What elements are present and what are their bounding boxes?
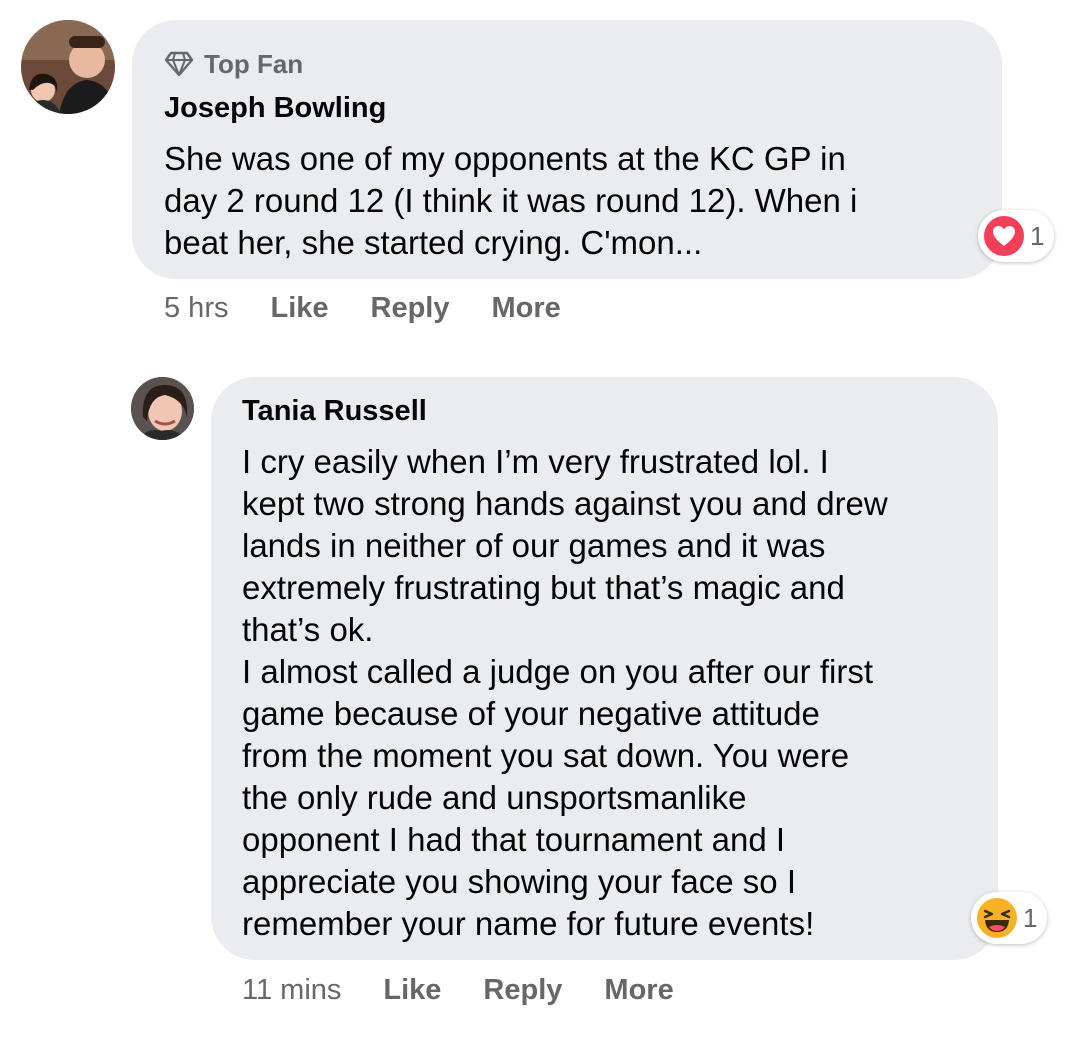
reaction-count: 1	[1023, 902, 1038, 933]
reaction-summary[interactable]: 1	[978, 210, 1055, 262]
comment-text: She was one of my opponents at the KC GP…	[164, 140, 858, 261]
comment-author[interactable]: Tania Russell	[242, 393, 968, 429]
comment-bubble: Tania Russell I cry easily when I’m very…	[211, 377, 998, 960]
comment-bubble: Top Fan Joseph Bowling She was one of my…	[132, 20, 1002, 279]
more-button[interactable]: More	[604, 974, 673, 1007]
comment-actions: 5 hrs Like Reply More	[164, 288, 603, 328]
top-fan-badge[interactable]: Top Fan	[164, 46, 970, 82]
avatar[interactable]	[21, 20, 115, 114]
reply-button[interactable]: Reply	[371, 292, 450, 325]
comment-actions: 11 mins Like Reply More	[242, 970, 716, 1010]
comment-text: I cry easily when I’m very frustrated lo…	[242, 443, 888, 942]
reaction-summary[interactable]: 1	[971, 892, 1048, 944]
avatar-photo-tania	[131, 377, 194, 440]
avatar[interactable]	[131, 377, 194, 440]
laughing-haha-icon	[977, 898, 1017, 938]
comment-timestamp[interactable]: 5 hrs	[164, 292, 228, 325]
diamond-icon	[164, 51, 194, 77]
reaction-count: 1	[1030, 220, 1045, 251]
reply-button[interactable]: Reply	[483, 974, 562, 1007]
avatar-photo-joseph	[21, 20, 115, 114]
like-button[interactable]: Like	[383, 974, 441, 1007]
comment-timestamp[interactable]: 11 mins	[242, 974, 341, 1007]
heart-love-icon	[984, 216, 1024, 256]
more-button[interactable]: More	[492, 292, 561, 325]
comment-author[interactable]: Joseph Bowling	[164, 90, 970, 126]
like-button[interactable]: Like	[270, 292, 328, 325]
badge-label: Top Fan	[204, 48, 304, 79]
